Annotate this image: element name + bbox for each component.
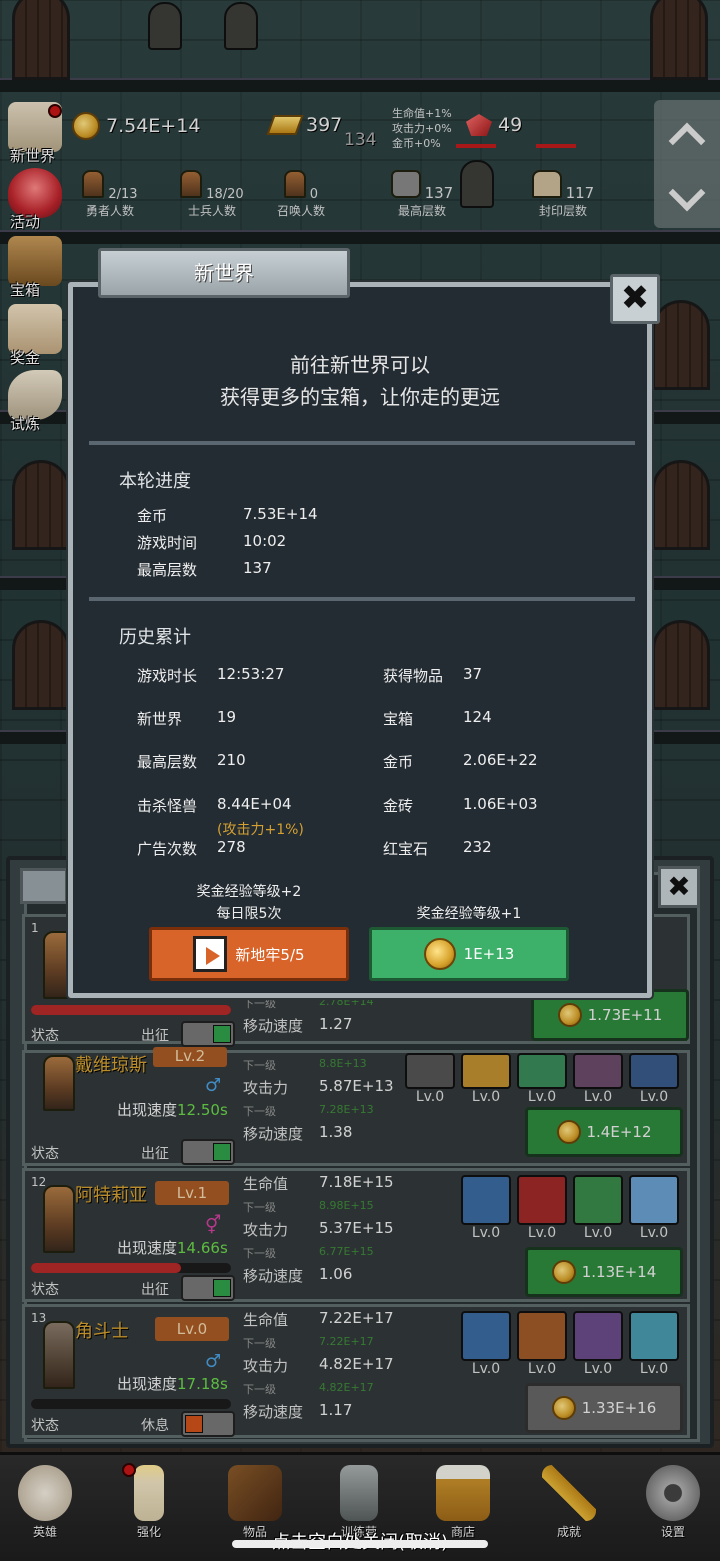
divider <box>89 597 635 601</box>
stat-row: 金砖 1.06E+03 <box>383 795 538 815</box>
watch-ad-button[interactable]: 新地牢5/5 <box>149 927 349 981</box>
reward-gold-text: 奖金经验等级+1 <box>416 906 522 922</box>
stat-row: 最高层数 137 <box>137 559 272 579</box>
dialog-intro: 前往新世界可以 获得更多的宝箱，让你走的更远 <box>220 353 500 409</box>
new-world-dialog: 前往新世界可以 获得更多的宝箱，让你走的更远 本轮进度 金币 7.53E+14 游… <box>68 282 652 998</box>
stat-row: 最高层数 210 <box>137 751 246 771</box>
close-icon[interactable]: ✖ <box>610 274 660 324</box>
stat-row: 宝箱 124 <box>383 708 492 728</box>
stat-row: 游戏时长 12:53:27 <box>137 665 285 685</box>
stat-row: 金币 2.06E+22 <box>383 751 538 771</box>
pay-gold-button[interactable]: 1E+13 <box>369 927 569 981</box>
section-current-title: 本轮进度 <box>119 471 191 492</box>
reward-ad-text: 奖金经验等级+2 每日限5次 <box>196 884 302 922</box>
stat-row: 获得物品 37 <box>383 665 483 685</box>
kill-bonus-note: (攻击力+1%) <box>217 822 304 838</box>
gold-coin-icon <box>423 938 456 970</box>
stat-row: 游戏时间 10:02 <box>137 532 287 552</box>
dialog-title: 新世界 <box>98 248 350 298</box>
stat-row: 金币 7.53E+14 <box>137 505 318 525</box>
video-icon <box>193 936 228 972</box>
stat-row: 击杀怪兽 8.44E+04 <box>137 795 292 815</box>
section-history-title: 历史累计 <box>119 627 191 648</box>
divider <box>89 441 635 445</box>
stat-row: 广告次数 278 <box>137 838 246 858</box>
stat-row: 红宝石 232 <box>383 838 492 858</box>
home-indicator[interactable] <box>232 1540 488 1548</box>
stat-row: 新世界 19 <box>137 708 237 728</box>
